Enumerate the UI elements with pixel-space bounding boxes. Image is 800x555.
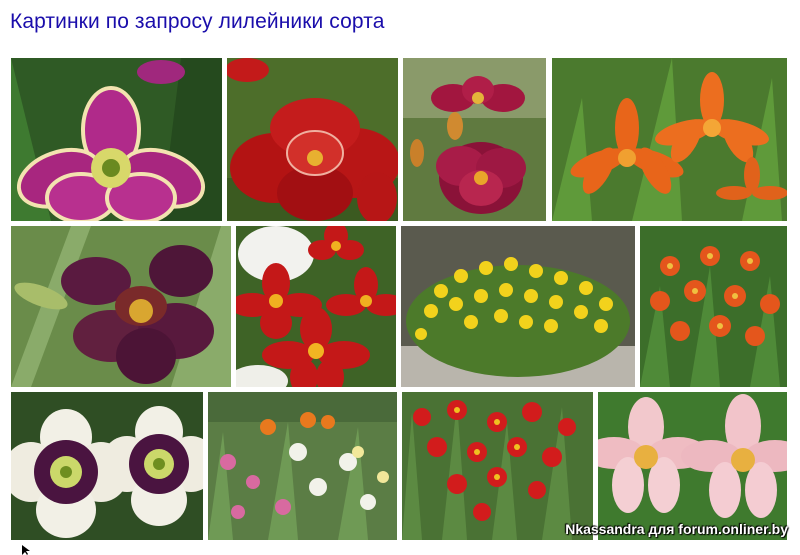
watermark-text: Nkassandra для forum.onliner.by (565, 521, 788, 537)
image-result-2[interactable] (227, 58, 398, 221)
flower-photo (640, 226, 787, 387)
flower-photo (236, 226, 396, 387)
flower-photo (227, 58, 398, 221)
image-result-4[interactable] (552, 58, 787, 221)
flower-photo (403, 58, 546, 221)
flower-photo (402, 392, 593, 540)
flower-photo (11, 226, 231, 387)
image-result-6[interactable] (236, 226, 396, 387)
image-result-3[interactable] (403, 58, 546, 221)
search-query-title[interactable]: Картинки по запросу лилейники сорта (10, 10, 385, 34)
flower-photo (552, 58, 787, 221)
flower-photo (11, 58, 222, 221)
image-result-11[interactable] (402, 392, 593, 540)
flower-photo (598, 392, 787, 540)
image-result-12[interactable] (598, 392, 787, 540)
image-result-5[interactable] (11, 226, 231, 387)
image-result-9[interactable] (11, 392, 203, 540)
flower-photo (208, 392, 397, 540)
flower-photo (11, 392, 203, 540)
flower-photo (401, 226, 635, 387)
image-result-8[interactable] (640, 226, 787, 387)
image-result-10[interactable] (208, 392, 397, 540)
image-result-1[interactable] (11, 58, 222, 221)
image-result-7[interactable] (401, 226, 635, 387)
